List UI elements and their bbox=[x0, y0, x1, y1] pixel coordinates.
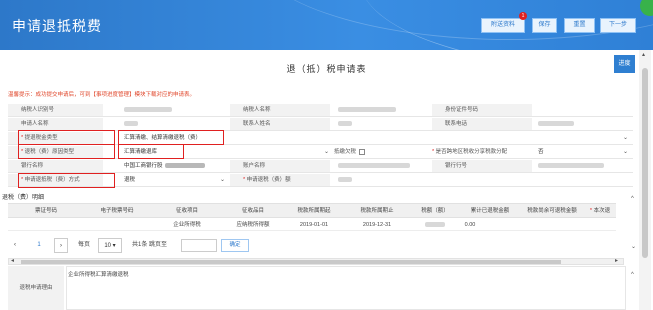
chevron-down-icon[interactable]: ⌄ bbox=[324, 146, 329, 158]
refund-method-value[interactable]: 退税 bbox=[120, 174, 220, 186]
taxpayer-id-value bbox=[120, 104, 230, 116]
column-header: 税款所属期止 bbox=[360, 208, 394, 214]
total-count-text: 共1条 跳页至 bbox=[132, 242, 168, 248]
taxpayer-name-value bbox=[334, 104, 434, 116]
column-header: 累计已退税金额 bbox=[470, 208, 510, 214]
bank-name-value[interactable]: 中国工商银行股 bbox=[120, 160, 230, 172]
column-header: 征收品目 bbox=[241, 208, 264, 214]
refund-reason-section: 退税申请理由 企业所得税汇算清缴退税 bbox=[8, 266, 633, 310]
bank-name-label: 银行名称 bbox=[8, 160, 103, 172]
next-page-button[interactable]: › bbox=[54, 238, 68, 253]
pagination: ‹ 1 › 每页 10 ▾ 共1条 跳页至 确定 bbox=[8, 238, 428, 254]
contact-phone-value bbox=[534, 118, 594, 130]
column-header: * 本次退 bbox=[589, 208, 611, 214]
form-row: 银行名称 中国工商银行股 账户名称 银行行号 bbox=[8, 160, 633, 173]
column-header: 电子税票号码 bbox=[100, 208, 134, 214]
account-name-value bbox=[334, 160, 434, 172]
next-step-button[interactable]: 下一步 bbox=[600, 18, 636, 33]
checkbox-icon[interactable] bbox=[359, 148, 366, 155]
table-cell: 2019-01-01 bbox=[299, 222, 329, 228]
progress-button[interactable]: 进度 bbox=[614, 55, 635, 73]
horizontal-scrollbar[interactable]: ◂ ▸ bbox=[8, 258, 624, 265]
per-page-label: 每页 bbox=[78, 242, 91, 248]
taxpayer-id-label: 纳税人识别号 bbox=[8, 104, 103, 116]
attachments-button[interactable]: 附送资料 bbox=[481, 18, 525, 33]
table-cell: 应纳税所得额 bbox=[236, 222, 270, 228]
chevron-down-icon[interactable]: ⌄ bbox=[631, 244, 636, 251]
per-page-select[interactable]: 10 ▾ bbox=[98, 238, 122, 253]
prev-page-button[interactable]: ‹ bbox=[10, 238, 20, 253]
cross-region-value[interactable]: 否 bbox=[534, 146, 564, 158]
highlight-box bbox=[18, 130, 115, 145]
account-name-label: 账户名称 bbox=[230, 160, 330, 172]
vertical-scrollbar[interactable]: ▴ bbox=[639, 50, 651, 310]
column-header: 票证号码 bbox=[34, 208, 57, 214]
chevron-down-icon[interactable]: ⌄ bbox=[220, 174, 225, 186]
notice-text: 温馨提示：成功提交申请后，可到【事项进度管理】模块下载对应的申请表。 bbox=[8, 92, 196, 98]
chevron-down-icon[interactable]: ⌄ bbox=[623, 132, 628, 144]
page-number[interactable]: 1 bbox=[32, 238, 46, 253]
table-header: 票证号码 电子税票号码 征收项目 征收品目 税款所属期起 税款所属期止 税额（额… bbox=[8, 203, 616, 218]
chevron-up-icon[interactable]: ^ bbox=[631, 272, 634, 279]
highlight-box bbox=[18, 173, 115, 188]
applicant-name-value bbox=[120, 118, 150, 130]
refund-amount-value[interactable] bbox=[334, 174, 364, 186]
scrollbar-thumb[interactable] bbox=[21, 260, 561, 264]
cross-region-label: * 是否跨地区税收分享税款分配 bbox=[432, 149, 508, 155]
contact-name-label: 联系人姓名 bbox=[230, 118, 330, 130]
refund-reason-section-label: 退税申请理由 bbox=[8, 266, 64, 310]
chevron-up-icon[interactable]: ^ bbox=[631, 196, 634, 203]
bank-code-label: 银行行号 bbox=[432, 160, 532, 172]
applicant-name-label: 申请人名称 bbox=[8, 118, 103, 130]
jump-page-input[interactable] bbox=[181, 239, 217, 252]
id-number-label: 身份证件号码 bbox=[432, 104, 532, 116]
contact-phone-label: 联系电话 bbox=[432, 118, 532, 130]
column-header: 税款所属期起 bbox=[297, 208, 331, 214]
reset-button[interactable]: 重置 bbox=[564, 18, 595, 33]
taxpayer-name-label: 纳税人名称 bbox=[230, 104, 330, 116]
table-cell: 企业所得税 bbox=[173, 222, 201, 228]
detail-section-title: 退税（费）明细 bbox=[2, 195, 45, 201]
bank-code-value bbox=[534, 160, 624, 172]
attachment-count-badge: 1 bbox=[519, 12, 527, 20]
refund-amount-label: * 申请退税（费）额 bbox=[230, 174, 330, 186]
scroll-left-icon[interactable]: ◂ bbox=[11, 258, 14, 265]
offset-checkbox[interactable]: 抵缴欠税 bbox=[334, 146, 404, 158]
scrollbar-thumb[interactable] bbox=[642, 68, 648, 258]
refund-reason-textarea[interactable] bbox=[66, 266, 626, 310]
jump-confirm-button[interactable]: 确定 bbox=[221, 239, 249, 252]
highlight-box bbox=[118, 130, 224, 145]
table-cell: 0.00 bbox=[464, 222, 476, 228]
form-row: 纳税人识别号 纳税人名称 身份证件号码 bbox=[8, 104, 633, 117]
scroll-up-icon[interactable]: ▴ bbox=[642, 52, 645, 59]
chevron-down-icon[interactable]: ⌄ bbox=[623, 146, 628, 158]
contact-name-value bbox=[334, 118, 364, 130]
column-header: 税额（额） bbox=[421, 208, 449, 214]
column-header: 征收项目 bbox=[175, 208, 198, 214]
page-header: 申请退抵税费 附送资料 1 保存 重置 下一步 bbox=[0, 0, 653, 50]
form-title: 退（抵）税申请表 bbox=[286, 64, 367, 74]
refund-reason-text: 企业所得税汇算清缴退税 bbox=[68, 272, 129, 278]
column-header: 税款尚余可退税金额 bbox=[527, 208, 577, 214]
save-button[interactable]: 保存 bbox=[532, 18, 557, 33]
page-title: 申请退抵税费 bbox=[12, 18, 102, 34]
highlight-box bbox=[18, 144, 115, 159]
scroll-right-icon[interactable]: ▸ bbox=[615, 258, 618, 265]
table-row[interactable]: 企业所得税 应纳税所得额 2019-01-01 2019-12-31 0.00 bbox=[8, 219, 616, 231]
highlight-box bbox=[118, 144, 184, 159]
table-cell: 2019-12-31 bbox=[362, 222, 392, 228]
